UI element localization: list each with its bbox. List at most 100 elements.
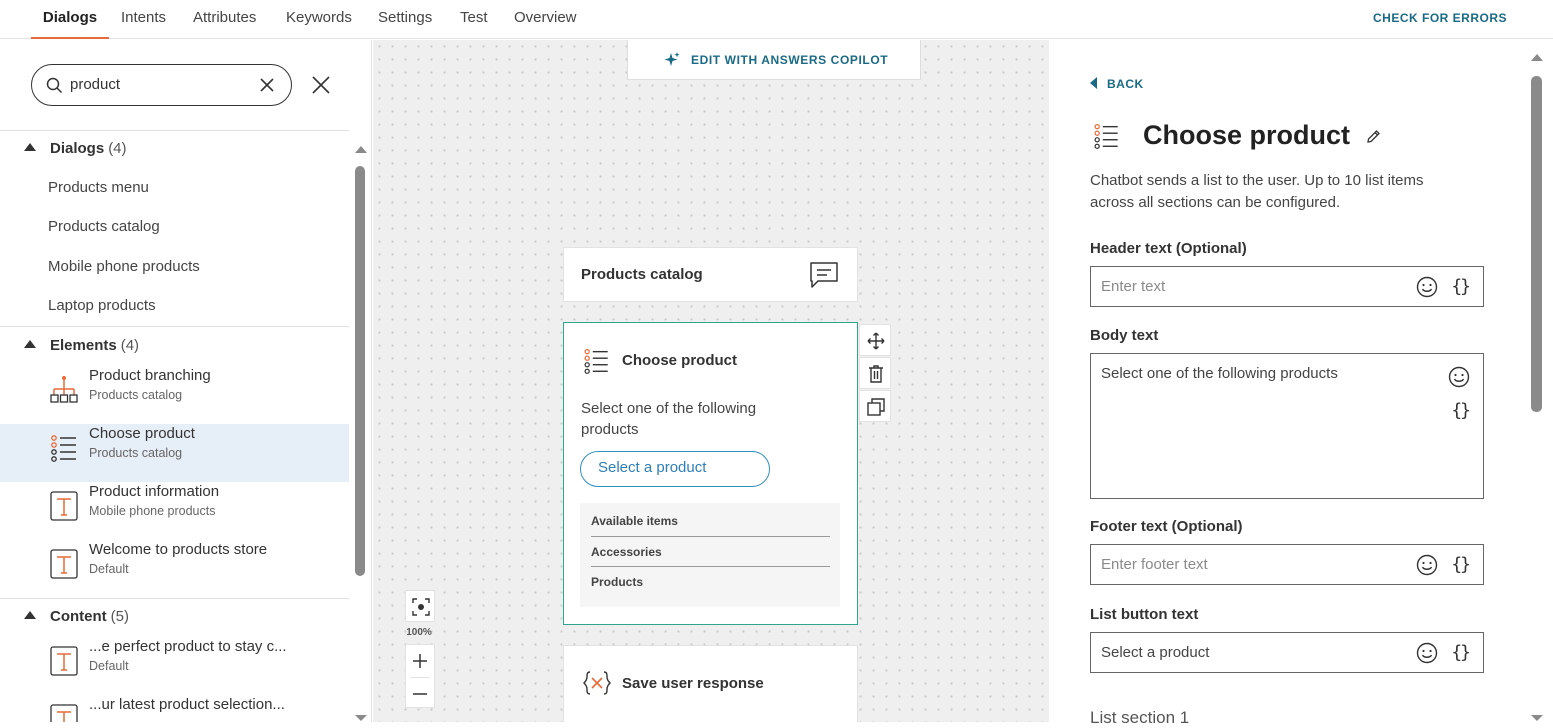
footer-text-field[interactable]: Enter footer text {} xyxy=(1090,544,1484,585)
element-title: Choose product xyxy=(89,425,195,442)
element-item-welcome-to-products-store[interactable]: Welcome to products store Default xyxy=(0,540,349,598)
left-scrollbar-thumb[interactable] xyxy=(355,166,365,576)
zoom-controls xyxy=(405,644,435,708)
clear-search-icon[interactable] xyxy=(259,77,275,93)
edit-with-copilot-button[interactable]: EDIT WITH ANSWERS COPILOT xyxy=(627,40,921,80)
collapse-caret-icon xyxy=(24,340,36,348)
scroll-down-arrow-icon[interactable] xyxy=(354,714,368,722)
node-save-user-response[interactable]: Save user response xyxy=(563,645,858,722)
list-item: Accessories xyxy=(591,545,662,559)
left-panel: product Dialogs (4) Products menu Product… xyxy=(0,40,372,722)
node-title: Choose product xyxy=(622,352,737,369)
tab-settings[interactable]: Settings xyxy=(378,0,432,39)
body-text-field[interactable]: Select one of the following products {} xyxy=(1090,353,1484,499)
list-items-preview: Available items Accessories Products xyxy=(580,503,840,607)
divider xyxy=(591,566,830,567)
properties-panel: BACK Choose product Chatbot sends a list… xyxy=(1049,40,1553,727)
text-icon xyxy=(50,646,78,676)
tab-dialogs[interactable]: Dialogs xyxy=(31,0,109,39)
footer-text-label: Footer text (Optional) xyxy=(1090,518,1243,535)
list-item: Available items xyxy=(591,514,678,528)
divider xyxy=(0,326,349,327)
dialog-item-products-catalog[interactable]: Products catalog xyxy=(48,218,160,235)
divider xyxy=(0,598,349,599)
edit-pencil-icon[interactable] xyxy=(1366,129,1381,144)
insert-variable-icon[interactable]: {} xyxy=(1451,642,1471,663)
node-title: Save user response xyxy=(622,675,764,692)
header-text-label: Header text (Optional) xyxy=(1090,240,1247,257)
text-icon xyxy=(50,549,78,579)
chat-bubble-icon xyxy=(810,262,838,288)
insert-variable-icon[interactable]: {} xyxy=(1451,400,1471,421)
collapse-caret-icon xyxy=(24,611,36,619)
tab-intents[interactable]: Intents xyxy=(121,0,166,39)
move-icon xyxy=(867,332,885,350)
element-item-product-branching[interactable]: Product branching Products catalog xyxy=(0,366,349,424)
content-title: ...ur latest product selection... xyxy=(89,696,285,713)
check-for-errors-button[interactable]: CHECK FOR ERRORS xyxy=(1373,11,1507,25)
emoji-icon[interactable] xyxy=(1448,366,1470,388)
flow-canvas[interactable]: EDIT WITH ANSWERS COPILOT Products catal… xyxy=(373,40,1049,722)
scroll-down-arrow-icon[interactable] xyxy=(1530,714,1544,722)
section-header-elements[interactable]: Elements (4) xyxy=(24,337,139,354)
move-node-button[interactable] xyxy=(859,324,891,356)
header-text-field[interactable]: Enter text {} xyxy=(1090,266,1484,307)
panel-description: Chatbot sends a list to the user. Up to … xyxy=(1090,172,1424,211)
list-button-text-field[interactable]: Select a product {} xyxy=(1090,632,1484,673)
content-title: ...e perfect product to stay c... xyxy=(89,638,287,655)
panel-title: Choose product xyxy=(1143,120,1350,150)
emoji-icon[interactable] xyxy=(1416,642,1438,664)
content-item[interactable]: ...ur latest product selection... xyxy=(0,695,349,722)
dialog-item-laptop-products[interactable]: Laptop products xyxy=(48,297,156,314)
emoji-icon[interactable] xyxy=(1416,554,1438,576)
duplicate-node-button[interactable] xyxy=(859,390,891,422)
list-item: Products xyxy=(591,575,644,589)
collapse-caret-icon xyxy=(24,143,36,151)
trash-icon xyxy=(869,365,883,383)
zoom-out-icon[interactable] xyxy=(413,687,427,701)
focus-icon xyxy=(412,598,430,616)
select-product-list-button[interactable]: Select a product xyxy=(580,451,770,487)
tab-attributes[interactable]: Attributes xyxy=(193,0,256,39)
divider xyxy=(410,677,430,678)
zoom-in-icon[interactable] xyxy=(413,654,427,668)
element-title: Product information xyxy=(89,483,220,500)
list-icon xyxy=(51,435,76,462)
element-subtitle: Mobile phone products xyxy=(89,504,216,518)
node-choose-product[interactable]: Choose product Select one of the followi… xyxy=(563,322,858,625)
body-text-label: Body text xyxy=(1090,327,1159,344)
element-subtitle: Default xyxy=(89,562,129,576)
delete-node-button[interactable] xyxy=(859,357,891,389)
top-navigation: Dialogs Intents Attributes Keywords Sett… xyxy=(0,0,1553,39)
right-scrollbar-thumb[interactable] xyxy=(1531,76,1542,412)
list-section-heading: List section 1 xyxy=(1090,708,1190,727)
section-header-content[interactable]: Content (5) xyxy=(24,608,129,625)
text-icon xyxy=(50,704,78,722)
section-header-dialogs[interactable]: Dialogs (4) xyxy=(24,140,127,157)
search-input[interactable]: product xyxy=(31,64,292,106)
fit-to-screen-button[interactable] xyxy=(405,590,435,622)
tab-keywords[interactable]: Keywords xyxy=(286,0,352,39)
scroll-up-arrow-icon[interactable] xyxy=(1530,52,1544,62)
content-item[interactable]: ...e perfect product to stay c... Defaul… xyxy=(0,637,349,695)
branching-icon xyxy=(50,376,78,403)
divider xyxy=(591,536,830,537)
list-icon xyxy=(1094,124,1118,149)
insert-variable-icon[interactable]: {} xyxy=(1451,276,1471,297)
dialog-item-products-menu[interactable]: Products menu xyxy=(48,179,149,196)
node-products-catalog[interactable]: Products catalog xyxy=(563,247,858,302)
sparkle-icon xyxy=(664,52,680,66)
tab-test[interactable]: Test xyxy=(460,0,488,39)
close-search-icon[interactable] xyxy=(311,75,331,95)
back-button[interactable]: BACK xyxy=(1090,77,1144,91)
emoji-icon[interactable] xyxy=(1416,276,1438,298)
element-item-choose-product[interactable]: Choose product Products catalog xyxy=(0,424,349,482)
tab-overview[interactable]: Overview xyxy=(514,0,577,39)
scroll-up-arrow-icon[interactable] xyxy=(354,144,368,154)
list-icon xyxy=(584,349,608,374)
insert-variable-icon[interactable]: {} xyxy=(1451,554,1471,575)
element-item-product-information[interactable]: Product information Mobile phone product… xyxy=(0,482,349,540)
node-body-text: Select one of the following products xyxy=(581,400,757,438)
dialog-item-mobile-phone-products[interactable]: Mobile phone products xyxy=(48,258,200,275)
divider xyxy=(0,130,349,131)
